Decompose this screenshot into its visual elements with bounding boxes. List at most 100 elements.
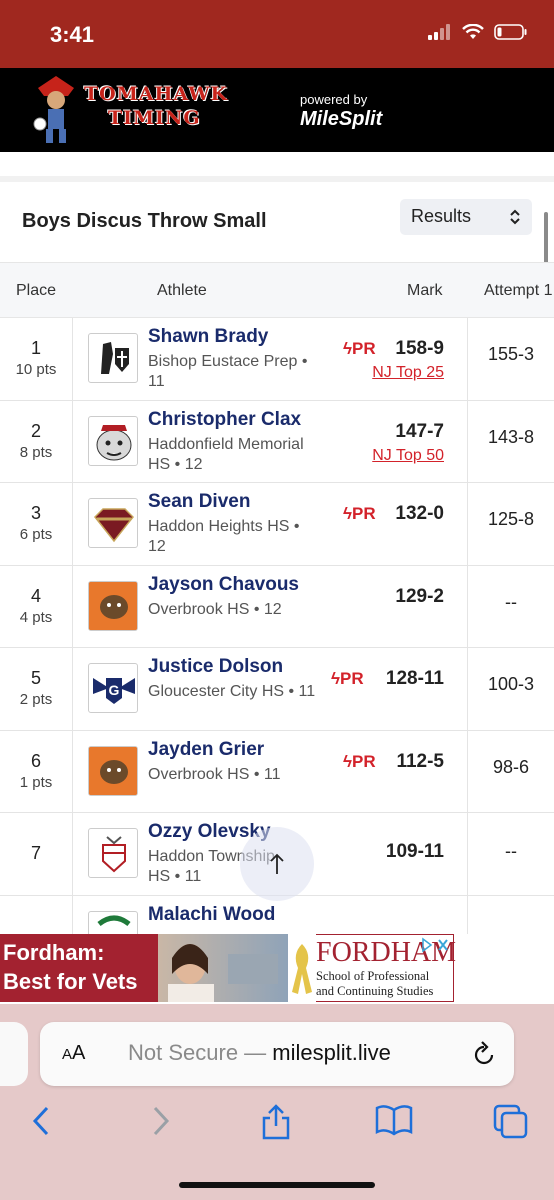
mascot-logo-icon [33, 76, 74, 143]
table-row: 6 1 pts Jayden Grier Overbrook HS • 11 ϟ… [0, 730, 554, 813]
reload-icon[interactable] [472, 1041, 496, 1067]
chevron-updown-icon [510, 209, 520, 225]
mark-value: 112-5 [396, 750, 444, 772]
scroll-to-top-button[interactable] [240, 827, 314, 901]
athlete-name-link[interactable]: Sean Diven [148, 491, 250, 513]
status-bar: 3:41 [0, 0, 554, 68]
table-row: 4 4 pts Jayson Chavous Overbrook HS • 12… [0, 565, 554, 648]
overbrook-bulldog-logo-icon [89, 581, 137, 630]
top-list-link[interactable]: NJ Top 50 [372, 447, 444, 465]
place-number: 7 [30, 843, 41, 863]
attempt-value: 155-3 [487, 344, 535, 364]
previous-tab-address-bar[interactable] [0, 1022, 28, 1086]
mark-value: 129-2 [395, 585, 444, 607]
athlete-name-link[interactable]: Jayden Grier [148, 739, 264, 761]
mark-value: 109-11 [385, 841, 444, 862]
gloucester-lions-logo-icon: G [93, 678, 135, 704]
place-points: 2 pts [19, 691, 53, 708]
book-icon [375, 1105, 413, 1136]
powered-by-label: powered by [300, 92, 368, 107]
header-attempt-1[interactable]: Attempt 1 [484, 282, 552, 300]
mark-value: 128-11 [385, 668, 444, 689]
ad-subtitle: School of Professional and Continuing St… [316, 969, 434, 998]
place-number: 3 [30, 503, 41, 523]
section-divider [0, 152, 554, 182]
school-logo[interactable] [88, 580, 138, 631]
table-row: 3 6 pts Sean Diven Haddon Heights HS • 1… [0, 483, 554, 566]
address-text: Not Secure — milesplit.live [128, 1040, 391, 1066]
arrow-up-icon [270, 853, 284, 874]
overbrook-bulldog-logo-icon [89, 746, 137, 795]
share-icon [262, 1104, 290, 1140]
top-list-link[interactable]: NJ Top 25 [372, 364, 444, 382]
place-number: 5 [30, 668, 41, 688]
adchoices-icon[interactable] [421, 937, 451, 953]
event-title: Boys Discus Throw Small [22, 210, 267, 232]
attempt-value: 100-3 [487, 674, 535, 694]
place-points: 4 pts [19, 608, 53, 626]
haddon-township-crest-logo-icon [102, 836, 126, 873]
athlete-name-link[interactable]: Justice Dolson [148, 656, 283, 678]
athlete-name-link[interactable]: Malachi Wood [148, 904, 275, 926]
school-logo[interactable] [88, 745, 138, 796]
attempt-value: -- [505, 591, 517, 612]
ad-brand-block: FORDHAM School of Professional and Conti… [316, 934, 456, 1002]
results-card: Boys Discus Throw Small Results Place At… [0, 182, 554, 934]
svg-text:G: G [109, 682, 120, 698]
place-cell: 5 2 pts [0, 648, 73, 730]
bulldog-logo-icon [96, 424, 132, 460]
table-row: 1 10 pts Shawn Brady Bishop Eustace Prep… [0, 318, 554, 401]
green-logo-icon [97, 915, 131, 926]
school-logo[interactable] [88, 415, 138, 466]
school-logo[interactable] [88, 828, 138, 878]
mark-value: 158-9 [395, 338, 444, 359]
athlete-name-link[interactable]: Shawn Brady [148, 326, 268, 348]
home-indicator [179, 1182, 375, 1188]
school-logo[interactable]: G [88, 663, 138, 713]
attempt-value: 143-8 [487, 426, 535, 447]
back-button[interactable] [30, 1104, 52, 1143]
athlete-school: Overbrook HS • 11 [148, 765, 281, 783]
pr-badge: ϟPR [331, 669, 364, 688]
tabs-button[interactable] [493, 1104, 529, 1145]
pr-badge: ϟPR [343, 339, 376, 358]
place-cell: 2 8 pts [0, 400, 73, 482]
results-select-value: Results [411, 206, 472, 226]
wifi-icon [462, 24, 484, 39]
athlete-school: Haddonfield Memorial HS • 12 [148, 435, 304, 473]
results-view-select[interactable]: Results [400, 199, 532, 235]
pr-badge: ϟPR [343, 504, 376, 523]
school-logo[interactable] [88, 910, 138, 934]
athlete-name-link[interactable]: Jayson Chavous [148, 574, 299, 596]
tomahawk-timing-banner[interactable]: TOMAHAWK TIMING powered by MileSplit [0, 68, 554, 152]
school-logo[interactable] [88, 333, 138, 383]
athlete-school: Bishop Eustace Prep • 11 [148, 353, 308, 390]
header-mark[interactable]: Mark [407, 282, 443, 300]
place-number: 4 [30, 585, 41, 606]
forward-button[interactable] [150, 1104, 172, 1143]
share-button[interactable] [260, 1104, 292, 1145]
table-header: Place Athlete Mark Attempt 1 [0, 262, 554, 318]
bookmarks-button[interactable] [375, 1104, 413, 1141]
school-logo[interactable] [88, 498, 138, 548]
header-place[interactable]: Place [16, 282, 56, 300]
attempt-value: 98-6 [492, 756, 530, 777]
place-cell: 7 [0, 813, 73, 895]
attempt-value: -- [505, 841, 517, 861]
reader-aa-button[interactable]: AA [62, 1042, 85, 1065]
place-number: 6 [30, 750, 41, 771]
ad-headline-line-1: Fordham: [3, 940, 105, 965]
mark-value: 147-7 [395, 420, 444, 442]
address-bar[interactable]: AA Not Secure — milesplit.live [40, 1022, 514, 1086]
athlete-name-link[interactable]: Christopher Clax [148, 409, 301, 431]
ad-headline-line-2: Best for Vets [3, 969, 138, 994]
fordham-ad[interactable]: Fordham: Best for Vets FORDHAM School of… [0, 934, 554, 1004]
chevron-left-icon [32, 1106, 49, 1136]
table-row: Malachi Wood [0, 895, 554, 934]
header-athlete[interactable]: Athlete [157, 282, 207, 300]
crusader-knight-logo-icon [101, 342, 129, 374]
garnets-gem-logo-icon [93, 508, 135, 543]
chevron-right-icon [153, 1106, 170, 1136]
logo-line-2: TIMING [108, 107, 201, 129]
place-number: 2 [30, 420, 41, 441]
